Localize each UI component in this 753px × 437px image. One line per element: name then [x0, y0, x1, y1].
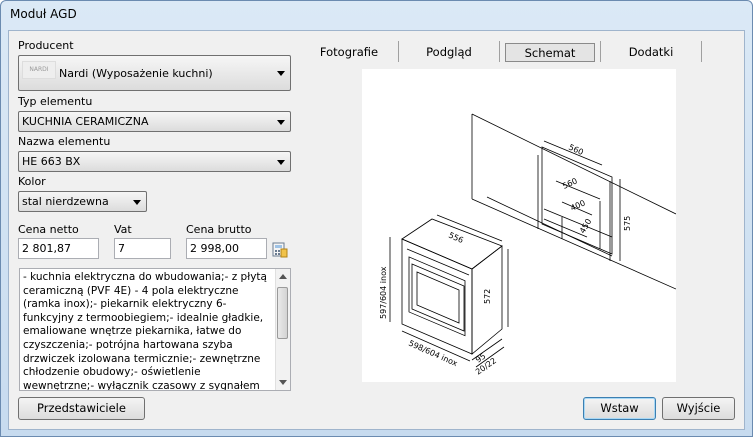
- gross-price-value: 2 998,00: [190, 242, 239, 255]
- net-price-label: Cena netto: [18, 223, 79, 236]
- net-price-field[interactable]: 2 801,87: [18, 238, 99, 259]
- dialog-body: Producent NARDI Nardi (Wyposażenie kuchn…: [8, 30, 745, 430]
- chevron-down-icon: [277, 119, 285, 125]
- color-label: Kolor: [18, 175, 46, 188]
- tab-preview[interactable]: Podgląd: [404, 43, 494, 62]
- type-label: Typ elementu: [18, 95, 93, 108]
- chevron-down-icon: [277, 159, 285, 165]
- tab-schema[interactable]: Schemat: [505, 43, 595, 62]
- dim-label: 597/604 inox: [379, 266, 388, 319]
- name-value: HE 663 BX: [22, 155, 81, 168]
- window-title: Moduł AGD: [10, 7, 77, 21]
- dim-label: 560: [561, 176, 579, 190]
- producer-select[interactable]: NARDI Nardi (Wyposażenie kuchni): [18, 55, 291, 91]
- vat-label: Vat: [114, 223, 132, 236]
- oven-installation-diagram: 560 560 400 450 575 556 572 597/604 inox…: [379, 113, 677, 377]
- producer-logo: NARDI: [22, 61, 56, 79]
- name-select[interactable]: HE 663 BX: [18, 151, 291, 172]
- calculator-icon[interactable]: [271, 241, 288, 258]
- dim-label: 575: [623, 216, 632, 231]
- scroll-thumb[interactable]: [277, 287, 288, 339]
- net-price-value: 2 801,87: [22, 242, 71, 255]
- dim-label: 400: [569, 198, 587, 212]
- representatives-button[interactable]: Przedstawiciele: [18, 397, 145, 420]
- tab-separator: [398, 41, 399, 62]
- dim-label: 450: [578, 217, 593, 235]
- vat-field[interactable]: 7: [114, 238, 171, 259]
- chevron-down-icon: [277, 71, 285, 76]
- tab-separator: [600, 41, 601, 62]
- gross-price-label: Cena brutto: [186, 223, 252, 236]
- schema-preview: 560 560 400 450 575 556 572 597/604 inox…: [362, 69, 677, 382]
- description-textarea[interactable]: - kuchnia elektryczna do wbudowania;- z …: [19, 268, 291, 391]
- dialog-window: Moduł AGD Producent NARDI Nardi (Wyposaż…: [0, 0, 753, 437]
- gross-price-field[interactable]: 2 998,00: [186, 238, 267, 259]
- color-select[interactable]: stal nierdzewna: [18, 191, 147, 212]
- dim-label: 572: [483, 289, 492, 304]
- vat-value: 7: [118, 242, 125, 255]
- name-label: Nazwa elementu: [18, 135, 111, 148]
- tab-photos[interactable]: Fotografie: [309, 43, 389, 62]
- exit-button[interactable]: Wyjście: [662, 397, 735, 420]
- description-text: - kuchnia elektryczna do wbudowania;- z …: [23, 271, 267, 391]
- producer-value: Nardi (Wyposażenie kuchni): [59, 67, 213, 80]
- scroll-down-icon[interactable]: [279, 380, 287, 385]
- type-select[interactable]: KUCHNIA CERAMICZNA: [18, 111, 291, 132]
- tab-separator: [701, 41, 702, 62]
- color-value: stal nierdzewna: [22, 195, 109, 208]
- insert-button[interactable]: Wstaw: [583, 397, 656, 420]
- description-scrollbar[interactable]: [275, 269, 290, 390]
- scroll-up-icon[interactable]: [279, 274, 287, 279]
- tab-extras[interactable]: Dodatki: [606, 43, 696, 62]
- title-bar[interactable]: Moduł AGD: [1, 1, 752, 29]
- tab-separator: [499, 41, 500, 62]
- dim-label: 556: [447, 231, 465, 245]
- producer-label: Producent: [18, 39, 74, 52]
- dim-label: 598/604 inox: [407, 339, 459, 369]
- type-value: KUCHNIA CERAMICZNA: [22, 115, 149, 128]
- dim-label: 560: [567, 143, 585, 157]
- chevron-down-icon: [133, 199, 141, 205]
